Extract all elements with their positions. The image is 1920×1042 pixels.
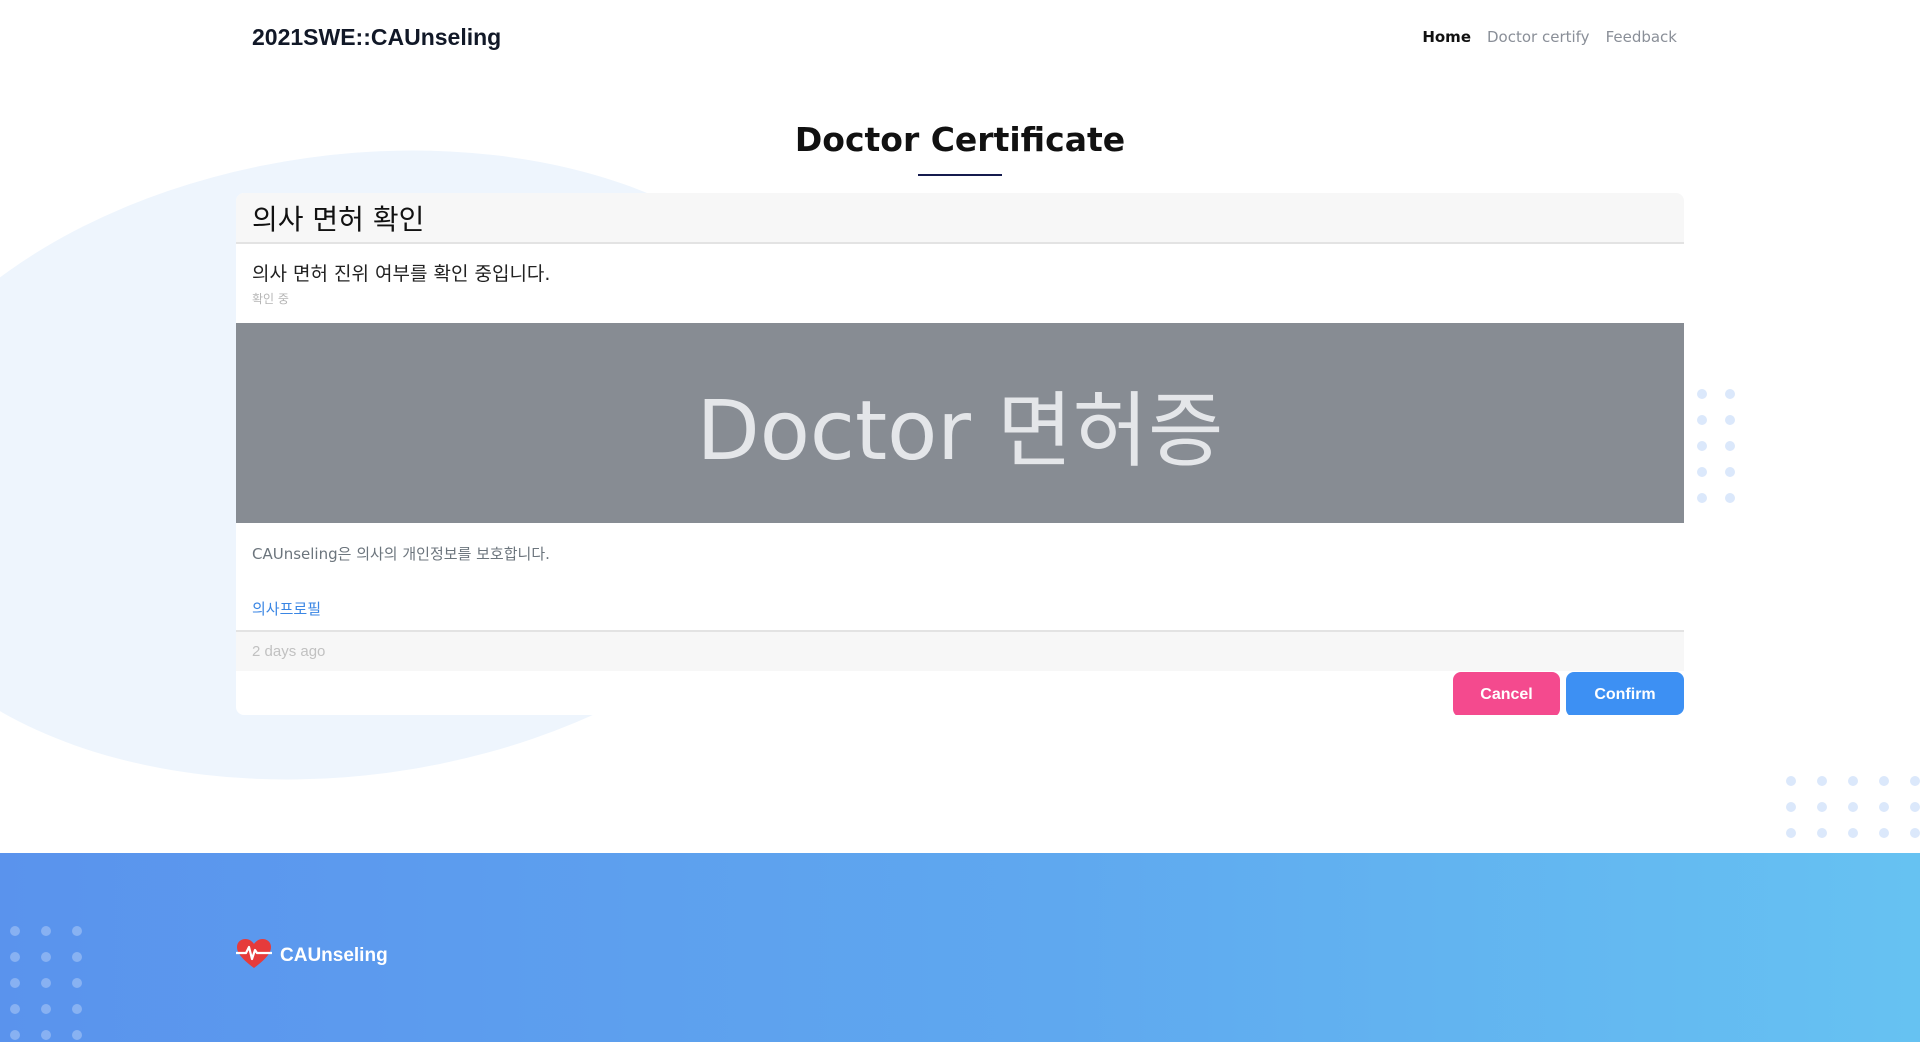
footer-logo-text: CAUnseling: [280, 945, 388, 966]
timestamp: 2 days ago: [252, 643, 326, 660]
site-footer: CAUnseling: [0, 853, 1920, 1042]
heart-pulse-icon: [234, 938, 274, 974]
verification-status-text: 의사 면허 진위 여부를 확인 중입니다.: [252, 263, 551, 285]
action-buttons: Cancel Confirm: [1453, 672, 1684, 715]
confirm-button[interactable]: Confirm: [1566, 672, 1684, 715]
doctor-profile-link[interactable]: 의사프로필: [252, 598, 321, 619]
nav-doctor-certify[interactable]: Doctor certify: [1487, 28, 1590, 46]
nav-home[interactable]: Home: [1422, 28, 1471, 46]
license-image-text: Doctor 면허증: [696, 383, 1224, 479]
card-header: 의사 면허 확인: [236, 193, 1684, 244]
privacy-notice: CAUnseling은 의사의 개인정보를 보호합니다.: [252, 545, 550, 563]
certificate-card: 의사 면허 확인 의사 면허 진위 여부를 확인 중입니다. 확인 중 Doct…: [236, 193, 1684, 715]
verification-status-subtext: 확인 중: [252, 292, 289, 306]
decorative-dots-bottom-right: [1786, 776, 1920, 838]
footer-logo[interactable]: CAUnseling: [234, 938, 388, 974]
top-navbar: 2021SWE::CAUnseling Home Doctor certify …: [0, 0, 1920, 74]
card-header-title: 의사 면허 확인: [252, 202, 425, 236]
main-nav: Home Doctor certify Feedback: [1422, 28, 1677, 46]
card-footer: 2 days ago: [236, 630, 1684, 671]
decorative-dots-footer: [10, 926, 82, 1040]
cancel-button[interactable]: Cancel: [1453, 672, 1560, 715]
brand-logo[interactable]: 2021SWE::CAUnseling: [252, 24, 501, 51]
decorative-dots-right: [1697, 389, 1735, 503]
title-underline: [918, 174, 1002, 176]
nav-feedback[interactable]: Feedback: [1606, 28, 1677, 46]
card-body: 의사 면허 진위 여부를 확인 중입니다. 확인 중: [236, 244, 1684, 323]
license-image-placeholder: Doctor 면허증: [236, 323, 1684, 523]
page-title: Doctor Certificate: [794, 120, 1126, 159]
